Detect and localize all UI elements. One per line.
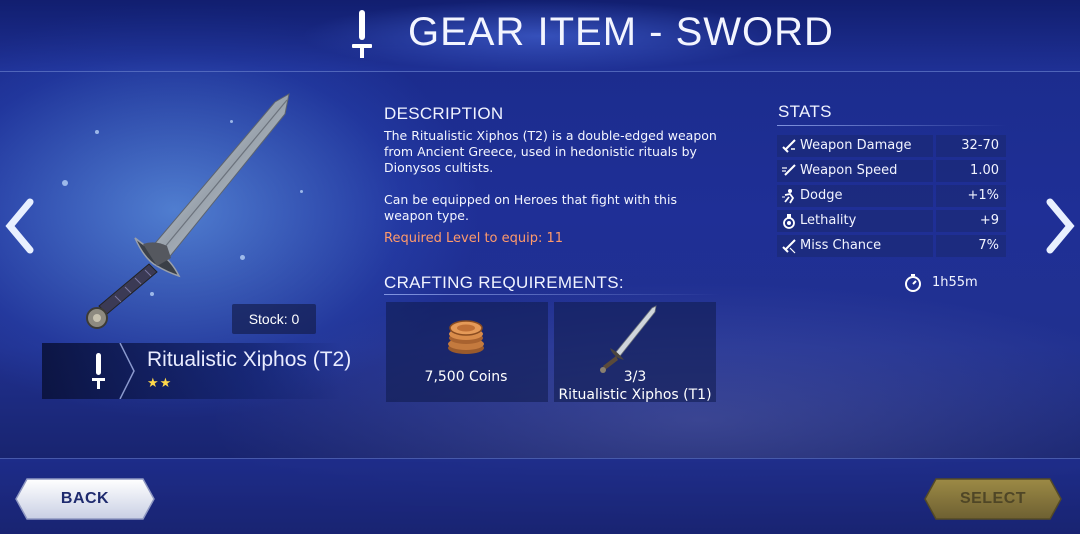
stats-divider (777, 125, 1007, 126)
sword-image (86, 93, 290, 329)
stopwatch-icon (905, 274, 921, 292)
sword-icon (600, 305, 657, 373)
stat-name-cell: Dodge (777, 185, 933, 207)
name-bar-divider (119, 343, 135, 399)
coin-stack-icon (448, 320, 484, 354)
stats-heading: STATS (778, 102, 832, 121)
sword-speed-icon (782, 164, 796, 176)
required-level: Required Level to equip: 11 (384, 231, 564, 246)
bottom-bar (0, 458, 1080, 534)
stat-row-miss-chance: Miss Chance 7% (777, 235, 1006, 257)
stat-value: +9 (936, 210, 1006, 232)
stat-label: Miss Chance (800, 238, 882, 253)
page-title: GEAR ITEM - SWORD (408, 10, 834, 54)
stat-row-weapon-speed: Weapon Speed 1.00 (777, 160, 1006, 182)
select-button[interactable]: SELECT (924, 478, 1062, 520)
stat-value: 1.00 (936, 160, 1006, 182)
item-stars: ★★ (147, 376, 173, 391)
stat-name-cell: Weapon Damage (777, 135, 933, 157)
sword-damage-icon (782, 139, 796, 153)
potion-icon (783, 214, 795, 229)
description-paragraph: Can be equipped on Heroes that fight wit… (384, 192, 677, 223)
stat-row-lethality: Lethality +9 (777, 210, 1006, 232)
dodge-icon (782, 189, 795, 204)
item-name: Ritualistic Xiphos (T2) (147, 348, 352, 371)
miss-icon (782, 239, 796, 254)
description-paragraph: The Ritualistic Xiphos (T2) is a double-… (384, 128, 717, 175)
sparkle (62, 180, 68, 186)
description-text: The Ritualistic Xiphos (T2) is a double-… (384, 128, 729, 240)
stat-label: Weapon Speed (800, 163, 898, 178)
back-button-label: BACK (60, 490, 110, 507)
stat-row-dodge: Dodge +1% (777, 185, 1006, 207)
stat-name-cell: Weapon Speed (777, 160, 933, 182)
stat-row-weapon-damage: Weapon Damage 32-70 (777, 135, 1006, 157)
crafting-material-label: Ritualistic Xiphos (T1) (558, 387, 712, 403)
stat-value: +1% (936, 185, 1006, 207)
stat-name-cell: Lethality (777, 210, 933, 232)
stat-value: 32-70 (936, 135, 1006, 157)
crafting-heading: CRAFTING REQUIREMENTS: (384, 273, 624, 292)
back-button[interactable]: BACK (15, 478, 155, 520)
stat-value: 7% (936, 235, 1006, 257)
sword-icon (352, 10, 372, 58)
sword-icon (92, 353, 105, 389)
stat-label: Weapon Damage (800, 138, 912, 153)
craft-time: 1h55m (932, 275, 978, 290)
chevron-left-icon[interactable] (0, 198, 36, 254)
description-heading: DESCRIPTION (384, 104, 504, 123)
stat-name-cell: Miss Chance (777, 235, 933, 257)
stat-label: Lethality (800, 213, 857, 228)
crafting-divider (384, 294, 720, 295)
stock-count: Stock: 0 (232, 304, 316, 334)
select-button-label: SELECT (959, 490, 1027, 507)
stat-label: Dodge (800, 188, 843, 203)
crafting-coins-label: 7,500 Coins (424, 369, 508, 385)
chevron-right-icon[interactable] (1044, 198, 1080, 254)
crafting-material-count: 3/3 (623, 369, 647, 385)
